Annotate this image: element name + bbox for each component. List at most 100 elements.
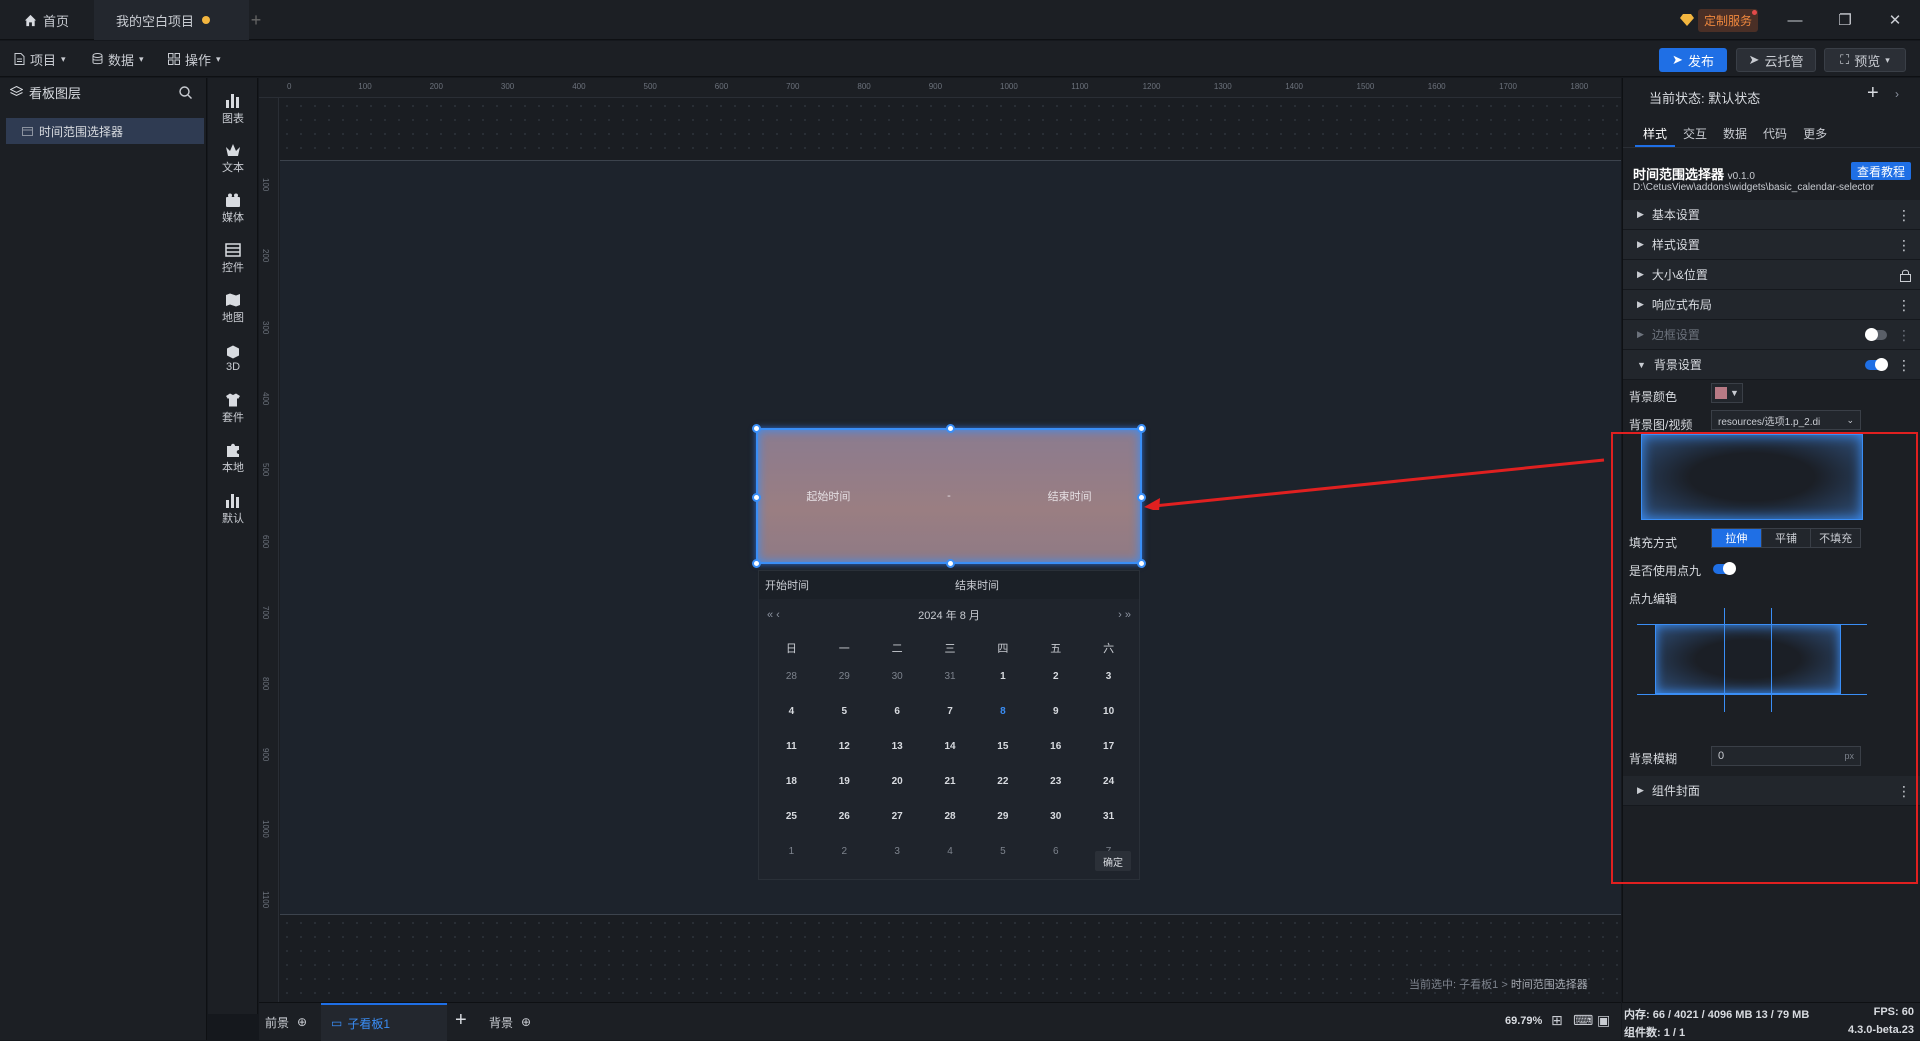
calendar-day[interactable]: 6 — [871, 706, 924, 717]
calendar-day[interactable]: 14 — [924, 741, 977, 752]
more-vertical-icon[interactable]: ⋮ — [1897, 357, 1911, 374]
tab-background[interactable]: 背景 ⊕ — [489, 1003, 531, 1041]
calendar-day[interactable]: 21 — [924, 776, 977, 787]
calendar-day[interactable]: 27 — [871, 811, 924, 822]
tab-project[interactable]: 我的空白项目 — [94, 0, 249, 40]
background-toggle[interactable] — [1865, 358, 1888, 371]
tab-code[interactable]: 代码 — [1755, 120, 1795, 147]
calendar-day[interactable]: 15 — [976, 741, 1029, 752]
calendar-day[interactable]: 22 — [976, 776, 1029, 787]
resize-handle[interactable] — [946, 559, 955, 568]
close-button[interactable]: ✕ — [1870, 0, 1920, 40]
section-border[interactable]: ▶ 边框设置 ⋮ — [1623, 320, 1920, 350]
restore-button[interactable]: ❐ — [1820, 0, 1870, 40]
state-value[interactable]: 默认状态 — [1708, 91, 1760, 106]
calendar-day[interactable]: 1 — [976, 671, 1029, 682]
calendar-day[interactable]: 3 — [1082, 671, 1135, 682]
border-toggle[interactable] — [1865, 328, 1887, 341]
iconbar-item-widget[interactable]: 控件 — [208, 234, 258, 284]
calendar-day[interactable]: 10 — [1082, 706, 1135, 717]
cloud-host-button[interactable]: ➤ 云托管 — [1736, 48, 1816, 72]
calendar-day[interactable]: 23 — [1029, 776, 1082, 787]
section-style[interactable]: ▶ 样式设置 ⋮ — [1623, 230, 1920, 260]
search-icon[interactable] — [179, 86, 192, 99]
calendar-day[interactable]: 13 — [871, 741, 924, 752]
calendar-day[interactable]: 7 — [924, 706, 977, 717]
iconbar-item-default[interactable]: 默认 — [208, 484, 258, 534]
add-circle-icon[interactable]: ⊕ — [297, 1015, 307, 1029]
calendar-day[interactable]: 29 — [976, 811, 1029, 822]
chevron-right-icon[interactable]: › — [1895, 87, 1899, 101]
menu-ops[interactable]: 操作 ▾ — [168, 41, 221, 77]
calendar-day[interactable]: 4 — [765, 706, 818, 717]
add-circle-icon[interactable]: ⊕ — [521, 1015, 531, 1029]
tab-home[interactable]: 首页 — [0, 0, 92, 40]
section-background[interactable]: ▼ 背景设置 ⋮ — [1623, 350, 1920, 380]
iconbar-item-local[interactable]: 本地 — [208, 434, 258, 484]
calendar-start-label[interactable]: 开始时间 — [765, 577, 955, 593]
publish-button[interactable]: ➤ 发布 — [1659, 48, 1727, 72]
fit-screen-icon[interactable]: ⊞ — [1551, 1012, 1563, 1029]
calendar-day[interactable]: 30 — [1029, 811, 1082, 822]
calendar-day[interactable]: 2 — [818, 846, 871, 857]
preview-button[interactable]: ⛶ 预览 ▾ — [1824, 48, 1906, 72]
iconbar-item-map[interactable]: 地图 — [208, 284, 258, 334]
tab-data[interactable]: 数据 — [1715, 120, 1755, 147]
calendar-day[interactable]: 26 — [818, 811, 871, 822]
iconbar-item-kit[interactable]: 套件 — [208, 384, 258, 434]
calendar-day[interactable]: 8 — [976, 706, 1029, 717]
section-size-position[interactable]: ▶ 大小&位置 — [1623, 260, 1920, 290]
layer-item[interactable]: 时间范围选择器 — [6, 118, 204, 144]
menu-data[interactable]: 数据 ▾ — [92, 41, 144, 77]
calendar-day[interactable]: 9 — [1029, 706, 1082, 717]
calendar-day[interactable]: 28 — [765, 671, 818, 682]
calendar-day[interactable]: 2 — [1029, 671, 1082, 682]
tab-subboard[interactable]: ▭ 子看板1 — [321, 1003, 447, 1041]
resize-handle[interactable] — [752, 424, 761, 433]
calendar-day[interactable]: 31 — [1082, 811, 1135, 822]
calendar-day[interactable]: 17 — [1082, 741, 1135, 752]
tab-foreground[interactable]: 前景 ⊕ — [265, 1003, 307, 1041]
resize-handle[interactable] — [752, 493, 761, 502]
iconbar-item-text[interactable]: 文本 — [208, 134, 258, 184]
more-vertical-icon[interactable]: ⋮ — [1897, 297, 1911, 314]
calendar-day[interactable]: 11 — [765, 741, 818, 752]
resize-handle[interactable] — [1137, 424, 1146, 433]
calendar-day[interactable]: 29 — [818, 671, 871, 682]
section-responsive[interactable]: ▶ 响应式布局 ⋮ — [1623, 290, 1920, 320]
more-vertical-icon[interactable]: ⋮ — [1897, 327, 1911, 344]
next-month-button[interactable]: › » — [1118, 609, 1131, 621]
calendar-day[interactable]: 20 — [871, 776, 924, 787]
prev-month-button[interactable]: « ‹ — [767, 609, 780, 621]
calendar-day[interactable]: 5 — [976, 846, 1029, 857]
end-time-placeholder[interactable]: 结束时间 — [1048, 488, 1092, 504]
calendar-day[interactable]: 19 — [818, 776, 871, 787]
calendar-day[interactable]: 28 — [924, 811, 977, 822]
resize-handle[interactable] — [752, 559, 761, 568]
calendar-day[interactable]: 30 — [871, 671, 924, 682]
resize-handle[interactable] — [1137, 559, 1146, 568]
custom-service-button[interactable]: 定制服务 — [1680, 8, 1768, 32]
iconbar-item-chart[interactable]: 图表 — [208, 84, 258, 134]
time-range-widget[interactable]: 起始时间 - 结束时间 — [752, 424, 1146, 568]
zoom-level[interactable]: 69.79% — [1505, 1015, 1542, 1027]
add-tab-button[interactable]: + — [246, 0, 266, 40]
calendar-day[interactable]: 24 — [1082, 776, 1135, 787]
more-vertical-icon[interactable]: ⋮ — [1897, 207, 1911, 224]
terminal-icon[interactable]: ▣ — [1597, 1012, 1610, 1029]
calendar-day[interactable]: 5 — [818, 706, 871, 717]
tab-interaction[interactable]: 交互 — [1675, 120, 1715, 147]
section-basic[interactable]: ▶ 基本设置 ⋮ — [1623, 200, 1920, 230]
calendar-day[interactable]: 31 — [924, 671, 977, 682]
tutorial-button[interactable]: 查看教程 — [1851, 162, 1911, 180]
more-vertical-icon[interactable]: ⋮ — [1897, 237, 1911, 254]
add-state-icon[interactable]: + — [1867, 82, 1879, 105]
calendar-end-label[interactable]: 结束时间 — [955, 577, 999, 593]
calendar-day[interactable]: 6 — [1029, 846, 1082, 857]
canvas-area[interactable]: 0 100 200 300 400 500 600 700 800 900 1000 1100 1200… — [259, 78, 1621, 1014]
add-board-button[interactable]: + — [455, 1009, 467, 1032]
iconbar-item-3d[interactable]: 3D — [208, 334, 258, 384]
tab-more[interactable]: 更多 — [1795, 120, 1835, 147]
calendar-day[interactable]: 16 — [1029, 741, 1082, 752]
minimize-button[interactable]: — — [1770, 0, 1820, 40]
